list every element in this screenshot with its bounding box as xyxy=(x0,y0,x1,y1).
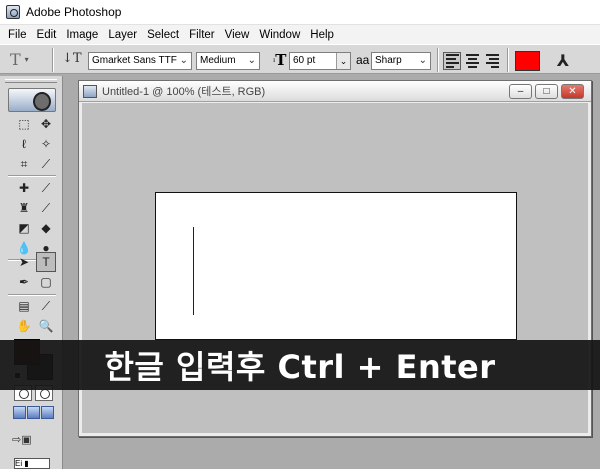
menu-file[interactable]: File xyxy=(3,29,32,41)
app-title-bar: Adobe Photoshop xyxy=(0,0,600,25)
chevron-down-icon: ▾ xyxy=(24,54,29,64)
font-size-select[interactable]: 60 pt ⌄ xyxy=(289,52,351,70)
anti-alias-select[interactable]: Sharp ⌄ xyxy=(371,52,431,70)
options-divider xyxy=(437,48,439,72)
imageready-icon[interactable]: Ei ▮ xyxy=(14,458,50,469)
hand-tool-icon[interactable]: ✋ xyxy=(14,316,34,336)
options-divider xyxy=(52,48,54,72)
tutorial-caption: 한글 입력후 Ctrl + Enter xyxy=(0,340,600,390)
warp-text-icon[interactable]: ⅄ xyxy=(554,51,572,71)
options-divider xyxy=(507,48,509,72)
menu-select[interactable]: Select xyxy=(142,29,184,41)
eraser-tool-icon[interactable]: ◩ xyxy=(14,218,34,238)
document-canvas[interactable] xyxy=(155,192,517,340)
type-tool-icon: T xyxy=(10,49,21,69)
menu-view[interactable]: View xyxy=(220,29,255,41)
standard-screen-mode-button[interactable] xyxy=(13,406,26,419)
maximize-button[interactable]: □ xyxy=(535,84,558,99)
type-tool-icon[interactable]: T xyxy=(36,252,56,272)
menu-layer[interactable]: Layer xyxy=(103,29,142,41)
menu-bar: File Edit Image Layer Select Filter View… xyxy=(0,25,600,44)
chevron-down-icon: ⌄ xyxy=(418,55,427,66)
font-size-value: 60 pt xyxy=(293,55,316,66)
chevron-down-icon: ⌄ xyxy=(247,55,256,66)
font-size-icon: ᴵT xyxy=(273,51,287,69)
photoshop-app-icon xyxy=(6,5,20,19)
font-family-select[interactable]: Gmarket Sans TTF ⌄ xyxy=(88,52,192,70)
history-brush-tool-icon[interactable]: ⟋ xyxy=(36,198,56,218)
text-orientation-icon[interactable]: ↓T xyxy=(62,51,82,69)
font-family-value: Gmarket Sans TTF xyxy=(92,55,177,66)
anti-alias-icon: aa xyxy=(356,53,370,67)
paint-bucket-tool-icon[interactable]: ◆ xyxy=(36,218,56,238)
align-center-button[interactable] xyxy=(463,52,481,70)
app-title: Adobe Photoshop xyxy=(26,5,122,19)
full-screen-mode-button[interactable] xyxy=(41,406,54,419)
menu-window[interactable]: Window xyxy=(254,29,305,41)
healing-brush-tool-icon[interactable]: ✚ xyxy=(14,178,34,198)
minimize-button[interactable]: – xyxy=(509,84,532,99)
align-left-button[interactable] xyxy=(443,52,461,70)
toolbox: ⬚ ✥ ℓ ✧ ⌗ ⟋ ✚ ⟋ ♜ ⟋ ◩ ◆ 💧 ● ➤ T ✒ ▢ ▤ ⟋ … xyxy=(0,76,63,469)
chevron-down-icon: ⌄ xyxy=(179,55,188,66)
lasso-tool-icon[interactable]: ℓ xyxy=(14,134,34,154)
notes-tool-icon[interactable]: ▤ xyxy=(14,296,34,316)
text-insertion-cursor xyxy=(193,227,194,315)
close-button[interactable]: ✕ xyxy=(561,84,584,99)
clone-stamp-tool-icon[interactable]: ♜ xyxy=(14,198,34,218)
crop-tool-icon[interactable]: ⌗ xyxy=(14,154,34,174)
pen-tool-icon[interactable]: ✒ xyxy=(14,272,34,292)
font-style-value: Medium xyxy=(200,55,236,66)
full-screen-menu-mode-button[interactable] xyxy=(27,406,40,419)
photoshop-logo-icon[interactable] xyxy=(8,88,56,112)
jump-to-imageready-icon[interactable]: ⇨▣ xyxy=(12,431,52,449)
menu-help[interactable]: Help xyxy=(305,29,339,41)
marquee-tool-icon[interactable]: ⬚ xyxy=(14,114,34,134)
anti-alias-value: Sharp xyxy=(375,55,402,66)
brush-tool-icon[interactable]: ⟋ xyxy=(36,178,56,198)
magic-wand-tool-icon[interactable]: ✧ xyxy=(36,134,56,154)
caption-text: 한글 입력후 Ctrl + Enter xyxy=(104,348,496,386)
toolbox-divider xyxy=(8,175,56,177)
align-right-button[interactable] xyxy=(483,52,501,70)
options-bar: T ▾ ↓T Gmarket Sans TTF ⌄ Medium ⌄ ᴵT 60… xyxy=(0,44,600,74)
path-selection-tool-icon[interactable]: ➤ xyxy=(14,252,34,272)
zoom-tool-icon[interactable]: 🔍 xyxy=(36,316,56,336)
tool-preset-picker[interactable]: T ▾ xyxy=(10,49,46,69)
shape-tool-icon[interactable]: ▢ xyxy=(36,272,56,292)
document-title: Untitled-1 @ 100% (테스트, RGB) xyxy=(102,86,266,98)
slice-tool-icon[interactable]: ⟋ xyxy=(36,154,56,174)
menu-filter[interactable]: Filter xyxy=(184,29,220,41)
menu-edit[interactable]: Edit xyxy=(32,29,62,41)
menu-image[interactable]: Image xyxy=(61,29,103,41)
toolbox-grip[interactable] xyxy=(5,79,57,83)
font-style-select[interactable]: Medium ⌄ xyxy=(196,52,260,70)
chevron-down-icon: ⌄ xyxy=(336,53,350,69)
move-tool-icon[interactable]: ✥ xyxy=(36,114,56,134)
eyedropper-tool-icon[interactable]: ⟋ xyxy=(36,296,56,316)
text-color-swatch[interactable] xyxy=(515,51,540,71)
document-icon xyxy=(83,84,97,98)
